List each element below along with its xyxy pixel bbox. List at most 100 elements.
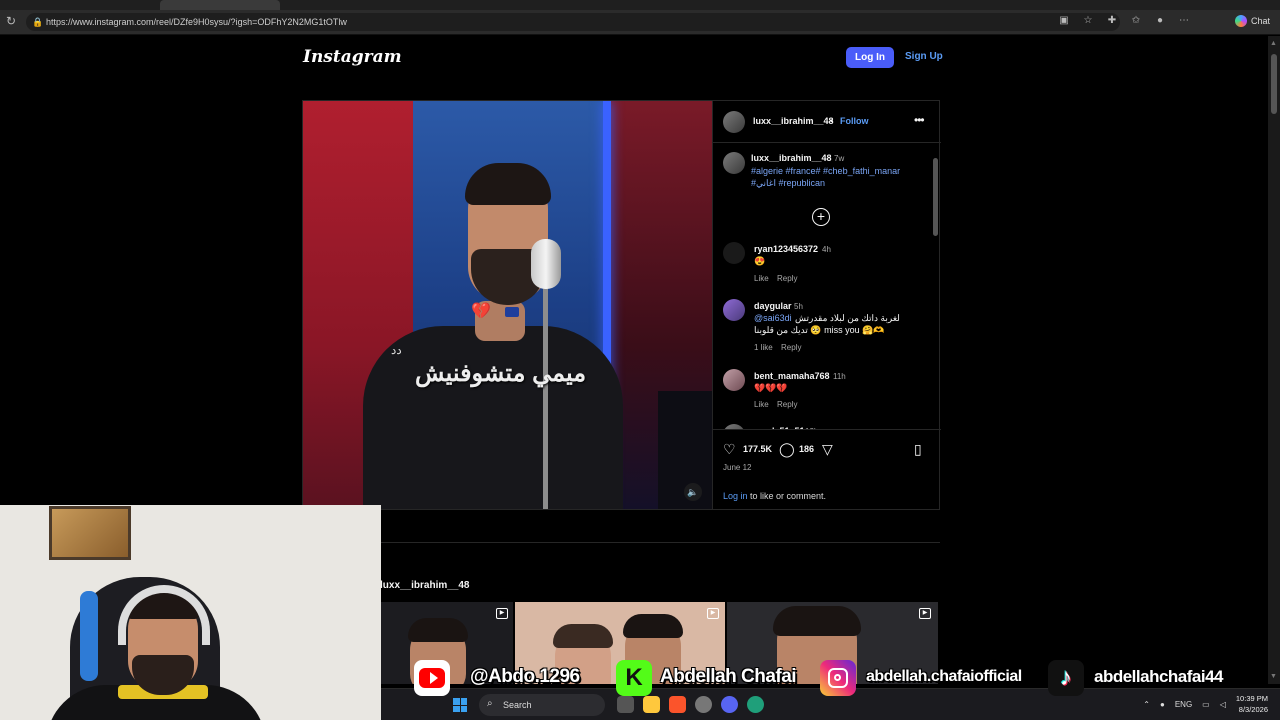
more-icon[interactable]: ⋯ bbox=[1178, 15, 1190, 27]
author-username[interactable]: luxx__ibrahim__48 bbox=[753, 116, 834, 126]
caption-time: 7w bbox=[834, 154, 845, 163]
load-more-comments-icon[interactable]: + bbox=[812, 208, 830, 226]
speaker-icon[interactable]: ◁ bbox=[1220, 700, 1226, 709]
clock-time: 10:39 PM bbox=[1235, 694, 1268, 703]
broken-heart-icon: 💔 bbox=[471, 303, 491, 320]
thumbnail-hair bbox=[553, 624, 613, 648]
signup-link[interactable]: Sign Up bbox=[905, 51, 943, 62]
split-screen-icon[interactable]: ▣ bbox=[1058, 15, 1070, 27]
comment-username[interactable]: amal_51_51 bbox=[754, 426, 805, 429]
comment-avatar[interactable] bbox=[723, 424, 745, 429]
edge-browser-icon[interactable] bbox=[747, 696, 764, 713]
heart-icon[interactable]: ♡ bbox=[723, 442, 736, 456]
instagram-handle: abdellah.chafaiofficial bbox=[866, 668, 1022, 685]
video-overlay-text: ميمي متشوفنيش bbox=[415, 360, 587, 387]
reload-icon[interactable]: ↻ bbox=[4, 14, 18, 28]
post-sidebar: luxx__ibrahim__48 • Follow ••• luxx__ibr… bbox=[712, 101, 941, 509]
caption-hashtags[interactable]: #algerie #france# #cheb_fathi_manar #اغا… bbox=[751, 165, 921, 189]
comment-time: 11h bbox=[833, 372, 846, 381]
comments-scroll-thumb[interactable] bbox=[933, 158, 938, 236]
more-posts-username[interactable]: luxx__ibrahim__48 bbox=[380, 580, 470, 591]
url-text[interactable]: https://www.instagram.com/reel/DZfe9H0sy… bbox=[46, 16, 347, 28]
login-button[interactable]: Log In bbox=[846, 47, 894, 68]
chair-accent bbox=[80, 591, 98, 681]
tray-overflow-icon[interactable]: ⌃ bbox=[1143, 700, 1150, 709]
caption-username[interactable]: luxx__ibrahim__48 bbox=[751, 153, 832, 163]
comment-avatar[interactable] bbox=[723, 369, 745, 391]
favorites-icon[interactable]: ✩ bbox=[1130, 15, 1142, 27]
file-explorer-icon[interactable] bbox=[643, 696, 660, 713]
discord-icon[interactable] bbox=[721, 696, 738, 713]
tiktok-handle: abdellahchafai44 bbox=[1094, 667, 1224, 686]
more-options-icon[interactable]: ••• bbox=[914, 113, 925, 127]
comment-username[interactable]: daygular bbox=[754, 301, 792, 311]
clock-date: 8/3/2026 bbox=[1238, 705, 1268, 714]
windows-start-icon[interactable] bbox=[453, 698, 467, 712]
reply-button[interactable]: Reply bbox=[777, 274, 797, 283]
toolbar-icons: ▣ ☆ ✚ ✩ ● ⋯ bbox=[1058, 15, 1190, 27]
comments-scrollbar[interactable] bbox=[933, 146, 939, 428]
scroll-down-icon[interactable]: ▼ bbox=[1270, 673, 1277, 680]
browser-tab[interactable] bbox=[160, 0, 280, 10]
comment-username[interactable]: ryan123456372 bbox=[754, 244, 818, 254]
youtube-icon bbox=[414, 660, 450, 696]
taskbar-search-label: Search bbox=[503, 700, 532, 710]
reel-video[interactable]: 💔 دد ميمي متشوفنيش 🔈 bbox=[303, 101, 712, 509]
comment-icon[interactable]: ◯ bbox=[779, 442, 795, 456]
reel-icon: ▶ bbox=[919, 608, 931, 619]
microphone-stand bbox=[543, 287, 548, 509]
volume-icon[interactable]: 🔈 bbox=[684, 483, 702, 501]
comments-count[interactable]: 186 bbox=[799, 444, 814, 454]
language-indicator[interactable]: ENG bbox=[1175, 700, 1192, 709]
login-suffix: to like or comment. bbox=[747, 491, 827, 501]
page-scrollbar[interactable]: ▲ ▼ bbox=[1268, 36, 1280, 684]
youtube-handle: @Abdo.1296 bbox=[470, 666, 580, 687]
comment-mention[interactable]: @sai63di bbox=[754, 313, 792, 323]
network-icon[interactable]: ▭ bbox=[1202, 700, 1210, 709]
likes-count[interactable]: 177.5K bbox=[743, 444, 772, 454]
like-comment-button[interactable]: Like bbox=[754, 274, 769, 283]
reply-button[interactable]: Reply bbox=[777, 400, 797, 409]
post-actions: ♡ 177.5K ◯ 186 ▽ ▯ bbox=[713, 439, 941, 463]
copilot-chat-button[interactable]: Chat bbox=[1234, 15, 1270, 27]
reel-icon: ▶ bbox=[496, 608, 508, 619]
comment-username[interactable]: bent_mamaha768 bbox=[754, 371, 830, 381]
reel-post: 💔 دد ميمي متشوفنيش 🔈 luxx__ibrahim__48 •… bbox=[302, 100, 941, 510]
post-header: luxx__ibrahim__48 • Follow ••• bbox=[713, 101, 941, 143]
comments-list[interactable]: luxx__ibrahim__48 7w #algerie #france# #… bbox=[713, 144, 941, 430]
task-view-icon[interactable] bbox=[617, 696, 634, 713]
microphone-icon[interactable]: ● bbox=[1160, 700, 1165, 709]
microphone bbox=[531, 239, 561, 289]
kick-icon: K bbox=[616, 660, 652, 696]
share-icon[interactable]: ▽ bbox=[822, 442, 833, 456]
instagram-icon bbox=[820, 660, 856, 696]
page-scroll-thumb[interactable] bbox=[1271, 54, 1277, 114]
section-divider bbox=[302, 542, 940, 543]
clock[interactable]: 10:39 PM 8/3/2026 bbox=[1236, 693, 1268, 715]
star-icon[interactable]: ☆ bbox=[1082, 15, 1094, 27]
like-comment-button[interactable]: Like bbox=[754, 400, 769, 409]
comment-text: 💔💔💔 bbox=[754, 383, 788, 393]
comment-text: 😍 bbox=[754, 256, 766, 266]
thumbnail-hair bbox=[623, 614, 683, 638]
separator-dot: • bbox=[830, 116, 834, 126]
instagram-logo[interactable]: Instagram bbox=[303, 47, 402, 67]
address-bar[interactable]: 🔒 https://www.instagram.com/reel/DZfe9H0… bbox=[26, 13, 1120, 31]
reply-button[interactable]: Reply bbox=[781, 343, 801, 352]
follow-button[interactable]: Follow bbox=[840, 116, 869, 126]
comment-avatar[interactable] bbox=[723, 242, 745, 264]
comment-likes-count[interactable]: 1 like bbox=[754, 343, 773, 352]
settings-icon[interactable] bbox=[695, 696, 712, 713]
extensions-icon[interactable]: ✚ bbox=[1106, 15, 1118, 27]
author-avatar[interactable] bbox=[723, 111, 745, 133]
caption-avatar[interactable] bbox=[723, 152, 745, 174]
kick-handle: Abdellah Chafai bbox=[660, 666, 797, 687]
comment-time: 4h bbox=[822, 245, 831, 254]
bookmark-icon[interactable]: ▯ bbox=[914, 442, 922, 456]
login-link[interactable]: Log in bbox=[723, 491, 748, 501]
scroll-up-icon[interactable]: ▲ bbox=[1270, 40, 1277, 47]
lock-icon: 🔒 bbox=[32, 17, 44, 27]
comment-avatar[interactable] bbox=[723, 299, 745, 321]
profile-icon[interactable]: ● bbox=[1154, 15, 1166, 27]
brave-browser-icon[interactable] bbox=[669, 696, 686, 713]
